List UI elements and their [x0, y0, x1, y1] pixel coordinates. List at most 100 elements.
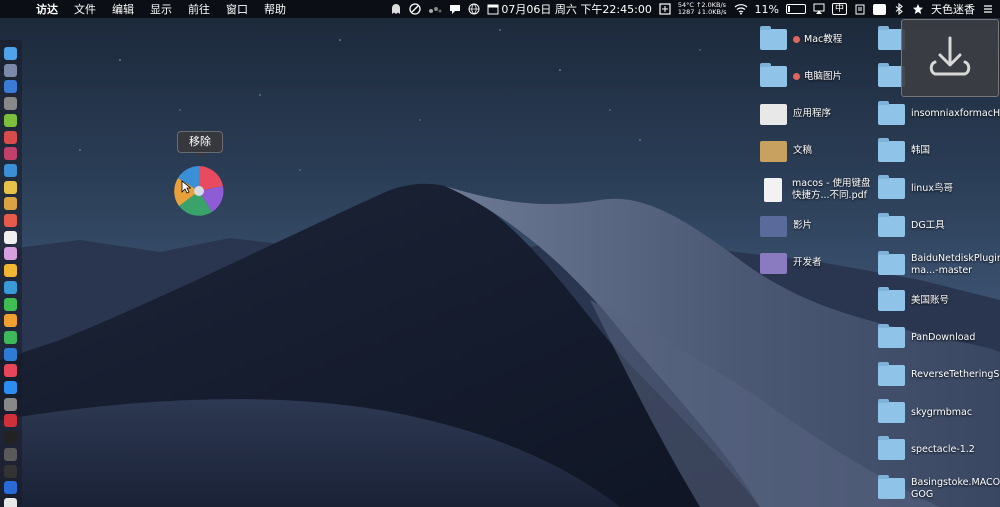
desktop-item[interactable]: insomniaxformacHHB_jb51 [878, 100, 1000, 125]
desktop-item-label: Basingstoke.MACOSX-GOG [911, 476, 1000, 500]
sogou-icon[interactable] [873, 3, 886, 15]
dock-notes-icon[interactable] [4, 197, 17, 211]
desktop-item[interactable]: 开发者 [760, 252, 877, 274]
menu-view[interactable]: 显示 [142, 1, 180, 17]
clipboard-icon[interactable] [854, 3, 866, 15]
desktop-item[interactable]: BaiduNetdiskPlugin-ma...-master [878, 251, 1000, 277]
dock-calendar-icon[interactable] [4, 214, 17, 227]
desktop-item[interactable]: 韩国 [878, 137, 993, 162]
chat-bubble-icon[interactable] [449, 3, 461, 15]
battery-icon[interactable] [785, 4, 806, 14]
desktop-item[interactable]: Mac教程 [760, 26, 877, 50]
desktop-item[interactable]: PanDownload [878, 324, 993, 349]
dock-android-icon[interactable] [4, 113, 17, 127]
dock-console-icon[interactable] [4, 464, 17, 478]
menu-file[interactable]: 文件 [66, 1, 104, 17]
desktop-item-label: 应用程序 [793, 108, 832, 120]
desktop: 访达 文件 编辑 显示 前往 窗口 帮助 07月06日 周六 下午22:45:0… [0, 0, 1000, 507]
desktop-item-label: 美国账号 [911, 294, 950, 306]
dock-keynote-icon[interactable] [4, 347, 17, 361]
desktop-item-label: Mac教程 [804, 33, 843, 45]
dock-browser-icon[interactable] [4, 163, 17, 177]
calendar-icon[interactable] [487, 3, 499, 15]
desktop-item[interactable]: skygrmbmac [878, 399, 993, 423]
notification-center-icon[interactable] [982, 3, 994, 15]
dock-photos-icon[interactable] [4, 247, 17, 261]
globe-icon[interactable] [468, 3, 480, 15]
dock-music-icon[interactable] [4, 364, 17, 378]
movies-folder-icon [760, 215, 787, 237]
desktop-item-label: DG工具 [911, 220, 945, 231]
user-name[interactable]: 天色迷香 [931, 1, 975, 17]
desktop-item-label: 韩国 [911, 145, 931, 157]
desktop-item[interactable]: ReverseTetheringServer_1.2.0 [878, 361, 1000, 386]
bluetooth-icon[interactable] [893, 3, 905, 15]
red-tag-icon [793, 72, 800, 80]
menu-clock[interactable]: 07月06日 周六 下午22:45:00 [501, 1, 651, 17]
desktop-item-label: 影片 [793, 220, 813, 231]
desktop-item[interactable]: macos - 使用键盘快捷方...不同.pdf [760, 178, 876, 203]
dock-vivaldi-icon[interactable] [4, 414, 17, 428]
folder-icon [878, 436, 905, 461]
dock-finder-icon[interactable] [4, 47, 17, 60]
dock-pages-icon[interactable] [4, 314, 17, 328]
applications-folder-icon [760, 103, 787, 125]
mouse-cursor-icon [181, 180, 191, 194]
dock-terminal-icon[interactable] [4, 431, 17, 445]
desktop-item[interactable]: spectacle-1.2 [878, 436, 993, 461]
dock-numbers-icon[interactable] [4, 330, 17, 344]
developer-folder-icon [760, 252, 787, 274]
wifi-icon[interactable] [734, 3, 748, 15]
desktop-item[interactable]: 电脑图片 [760, 63, 877, 88]
folder-icon [760, 63, 787, 88]
desktop-item-label: 电脑图片 [804, 70, 843, 82]
desktop-item[interactable]: 影片 [760, 215, 877, 237]
dock-chrome-icon[interactable] [4, 264, 17, 278]
dock-qq-icon[interactable] [4, 280, 17, 294]
download-panel[interactable] [901, 19, 999, 97]
battery-percent[interactable]: 11% [755, 3, 779, 16]
input-method-indicator[interactable]: 中 [831, 3, 847, 15]
desktop-item[interactable]: 文稿 [760, 140, 877, 162]
dock-map-icon[interactable] [4, 130, 17, 144]
dock-vpn-icon[interactable] [4, 481, 17, 495]
dock-yandex-icon[interactable] [4, 497, 17, 507]
menu-go[interactable]: 前往 [180, 1, 218, 17]
menu-edit[interactable]: 编辑 [104, 1, 142, 17]
desktop-item[interactable]: 应用程序 [760, 103, 877, 125]
desktop-item[interactable]: DG工具 [878, 212, 993, 237]
ghost-icon[interactable] [390, 3, 402, 15]
desktop-item-label: linux鸟哥 [911, 182, 953, 194]
airplay-icon[interactable] [813, 3, 825, 15]
desktop-item-label: insomniaxformacHHB_jb51 [911, 108, 1000, 120]
desktop-item[interactable]: Basingstoke.MACOSX-GOG [878, 475, 1000, 501]
dock-textedit-icon[interactable] [4, 230, 17, 244]
dock-system-monitor-icon[interactable] [4, 447, 17, 461]
dock-safari-icon[interactable] [4, 80, 17, 94]
red-tag-icon [793, 35, 800, 43]
dock-launchpad-icon[interactable] [4, 63, 17, 77]
network-monitor[interactable]: 54°C ↑2.0KB/s 1287 ↓1.0KB/s [678, 2, 727, 16]
dock [0, 40, 22, 507]
desktop-item-label: ReverseTetheringServer_1.2.0 [911, 369, 1000, 381]
resize-icon[interactable] [659, 3, 671, 15]
dock-preferences-icon[interactable] [4, 397, 17, 411]
dock-appstore-icon[interactable] [4, 381, 17, 394]
star-icon[interactable] [912, 3, 924, 15]
dock-preview-icon[interactable] [4, 180, 17, 194]
menu-window[interactable]: 窗口 [218, 1, 256, 17]
desktop-item[interactable]: linux鸟哥 [878, 175, 993, 200]
menu-help[interactable]: 帮助 [256, 1, 294, 17]
dots-icon[interactable] [428, 3, 442, 15]
desktop-item-label: BaiduNetdiskPlugin-ma...-master [911, 252, 1000, 276]
desktop-item[interactable]: 美国账号 [878, 287, 993, 312]
menu-app-name[interactable]: 访达 [30, 1, 66, 17]
no-entry-icon[interactable] [409, 3, 422, 15]
dock-rocket-icon[interactable] [4, 97, 17, 111]
download-icon [929, 36, 971, 76]
folder-icon [878, 399, 905, 423]
fan-readout: 1287 [677, 8, 695, 16]
dock-save-icon[interactable] [4, 147, 17, 161]
dock-wechat-icon[interactable] [4, 297, 17, 311]
folder-icon [878, 251, 905, 276]
